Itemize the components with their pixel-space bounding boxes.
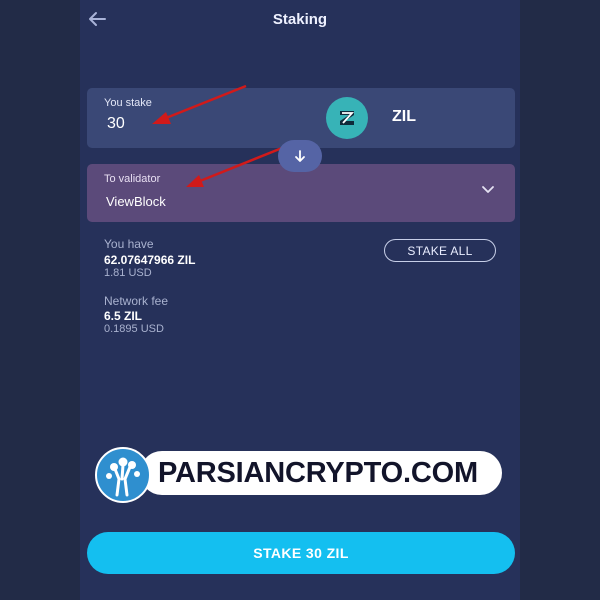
page-title: Staking bbox=[272, 11, 328, 28]
fee-usd: 0.1895 USD bbox=[104, 323, 164, 335]
balance-usd: 1.81 USD bbox=[104, 267, 152, 279]
stake-all-button[interactable]: STAKE ALL bbox=[384, 239, 496, 262]
fee-label: Network fee bbox=[104, 294, 169, 308]
chevron-down-icon[interactable] bbox=[481, 182, 495, 199]
stake-submit-button[interactable]: STAKE 30 ZIL bbox=[87, 532, 515, 574]
validator-label: To validator bbox=[104, 173, 161, 185]
validator-value: ViewBlock bbox=[106, 194, 166, 209]
balance-label: You have bbox=[104, 237, 154, 251]
swap-button[interactable] bbox=[278, 140, 322, 172]
stake-amount-box[interactable]: You stake 30 ZIL bbox=[87, 88, 515, 148]
stake-amount-input[interactable]: 30 bbox=[107, 115, 125, 133]
token-symbol: ZIL bbox=[392, 108, 416, 125]
arrow-down-icon bbox=[295, 150, 305, 162]
balance-amount: 62.07647966 ZIL bbox=[104, 253, 196, 267]
fee-amount: 6.5 ZIL bbox=[104, 309, 143, 323]
watermark: PARSIANCRYPTO.COM bbox=[95, 447, 503, 503]
stake-label: You stake bbox=[104, 97, 152, 109]
watermark-logo-icon bbox=[95, 447, 151, 503]
validator-select[interactable]: To validator ViewBlock bbox=[87, 164, 515, 222]
zilliqa-logo-icon bbox=[326, 97, 368, 139]
watermark-text: PARSIANCRYPTO.COM bbox=[140, 451, 502, 495]
